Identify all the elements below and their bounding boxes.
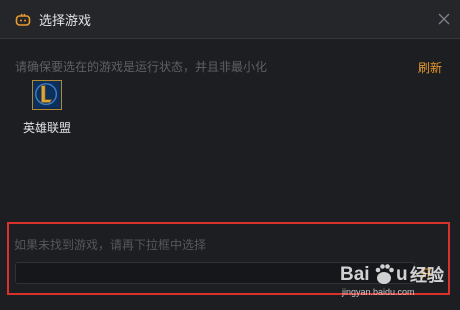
league-of-legends-icon xyxy=(32,80,62,110)
refresh-button[interactable]: 刷新 xyxy=(418,59,442,76)
svg-text:u: u xyxy=(396,264,408,285)
game-item-league-of-legends[interactable]: 英雄联盟 xyxy=(20,80,74,136)
instruction-text: 请确保要选在的游戏是运行状态，并且非最小化 xyxy=(15,60,268,74)
baidu-jingyan-watermark: Bai u 经验 jingyan.baidu.com xyxy=(338,260,456,300)
svg-text:经验: 经验 xyxy=(410,265,445,286)
baidu-logo-icon: Bai u 经验 xyxy=(340,264,445,286)
dialog-title: 选择游戏 xyxy=(39,14,92,29)
game-label: 英雄联盟 xyxy=(22,121,71,135)
close-icon[interactable] xyxy=(436,11,452,27)
watermark-url: jingyan.baidu.com xyxy=(342,287,415,297)
title-bar: 选择游戏 xyxy=(0,0,460,39)
gamepad-icon xyxy=(15,13,31,26)
svg-text:Bai: Bai xyxy=(340,264,370,285)
fallback-hint: 如果未找到游戏，请再下拉框中选择 xyxy=(14,238,207,252)
select-game-dialog: 选择游戏 请确保要选在的游戏是运行状态，并且非最小化 刷新 英雄联盟 如果未找到… xyxy=(0,0,460,310)
